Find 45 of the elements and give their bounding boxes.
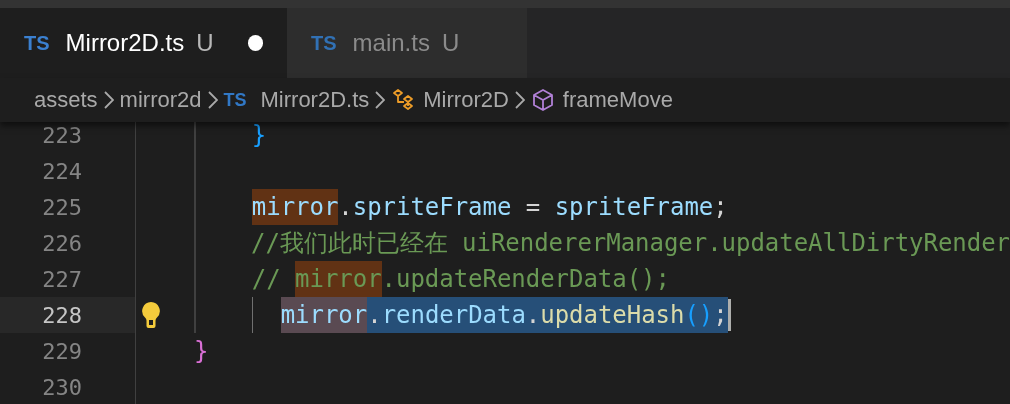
line-number: 229 xyxy=(41,338,82,364)
code-token: ; xyxy=(713,297,728,333)
code-token: mirror xyxy=(295,261,382,297)
breadcrumb-item[interactable]: frameMove xyxy=(562,87,673,113)
git-status: U xyxy=(441,29,460,57)
breadcrumb-item[interactable]: assets xyxy=(34,87,98,113)
code-token: renderData xyxy=(381,297,526,333)
code-token: mirror xyxy=(280,297,368,333)
line-number: 225 xyxy=(41,194,82,220)
language-label: TS xyxy=(24,31,50,55)
code-token: //我们此时已经在 uiRendererManager.updateAllDirtyRender xyxy=(251,228,1010,259)
language-label: TS xyxy=(223,89,247,111)
line-number: 224 xyxy=(41,158,82,184)
chevron-right-icon xyxy=(514,91,525,109)
code-token: . xyxy=(367,297,382,333)
code-token: } xyxy=(194,336,209,367)
editor-tab[interactable]: TS main.ts U xyxy=(287,8,527,78)
line-number: 223 xyxy=(41,122,82,148)
code-token: .updateRenderData(); xyxy=(381,264,670,295)
breadcrumb-item[interactable]: mirror2d xyxy=(119,87,202,113)
code-token: ; xyxy=(713,192,728,223)
cube-icon xyxy=(530,88,555,112)
breadcrumb-item[interactable]: Mirror2D xyxy=(423,87,509,113)
git-status: U xyxy=(196,29,214,57)
class-icon xyxy=(391,88,416,112)
code-token: () xyxy=(684,297,714,333)
breadcrumb-item[interactable]: Mirror2D.ts xyxy=(260,87,370,113)
chevron-right-icon xyxy=(103,91,114,109)
code-token: updateHash xyxy=(540,297,685,333)
code-token: // xyxy=(251,264,282,295)
code-token: mirror xyxy=(251,189,339,225)
code-token: spriteFrame xyxy=(554,192,714,223)
editor-tab[interactable]: TS Mirror2D.ts U xyxy=(0,8,287,78)
line-number: 226 xyxy=(41,230,82,256)
lightbulb-icon[interactable] xyxy=(141,301,161,329)
code-token: . xyxy=(338,192,353,223)
language-label: TS xyxy=(311,31,337,55)
code-token: = xyxy=(524,192,542,223)
line-number: 228 xyxy=(41,302,82,328)
line-number: 227 xyxy=(41,266,82,292)
line-number: 230 xyxy=(41,374,82,400)
code-token: spriteFrame xyxy=(352,192,512,223)
chevron-right-icon xyxy=(207,91,218,109)
code-token: } xyxy=(251,122,267,151)
chevron-right-icon xyxy=(375,91,386,109)
